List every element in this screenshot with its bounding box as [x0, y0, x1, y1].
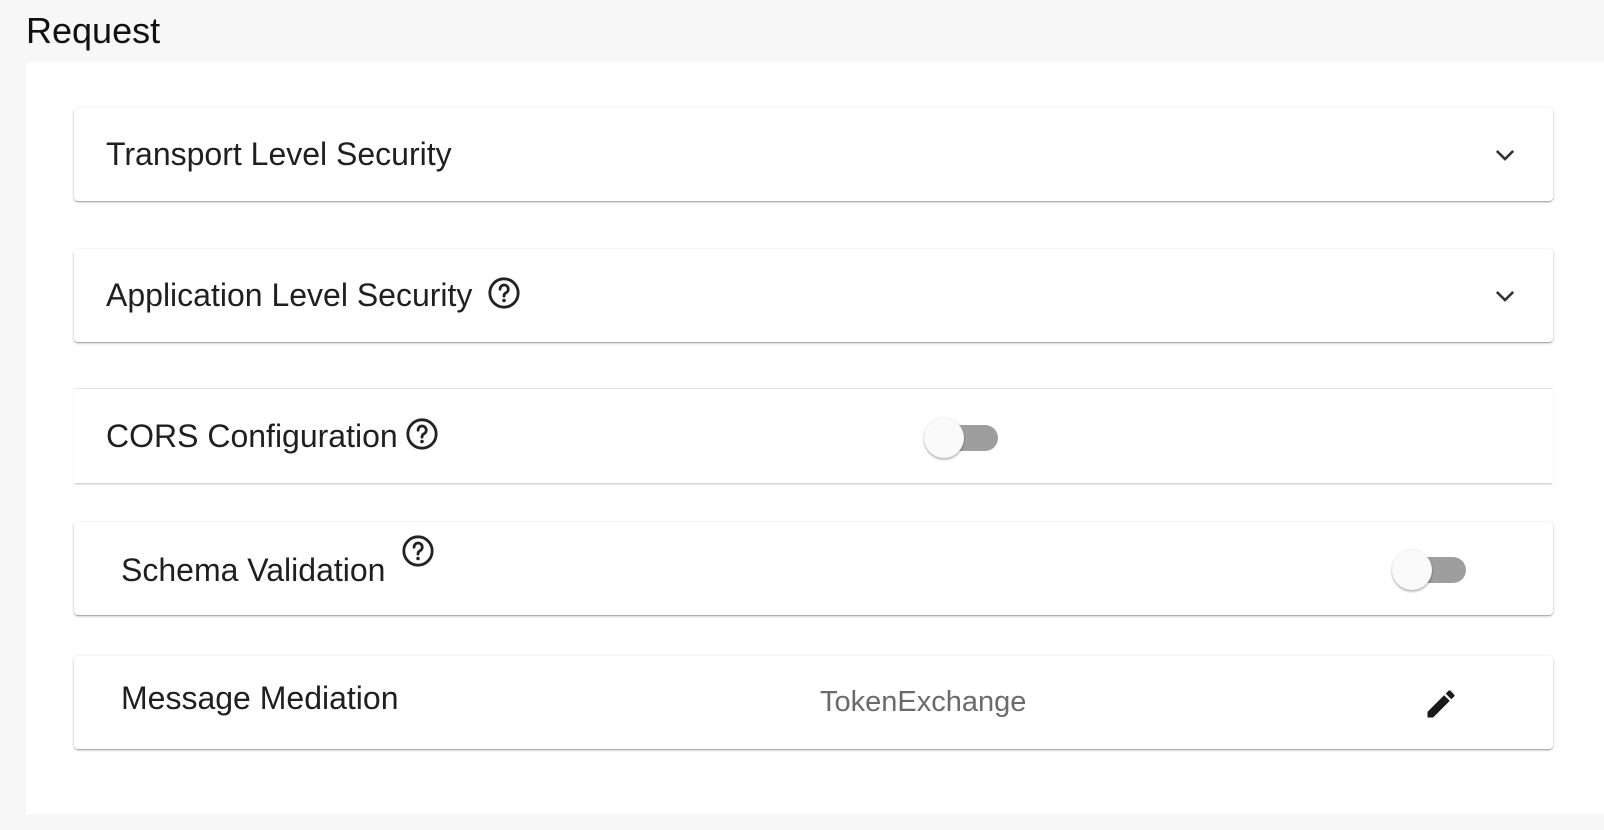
message-mediation-card: Message Mediation TokenExchange — [74, 656, 1553, 749]
help-circle-icon[interactable] — [487, 276, 521, 310]
schema-toggle-thumb — [1392, 550, 1432, 590]
help-circle-icon[interactable] — [401, 534, 435, 568]
transport-security-label: Transport Level Security — [106, 136, 452, 172]
application-security-accordion[interactable]: Application Level Security — [74, 249, 1553, 342]
help-circle-icon[interactable] — [405, 417, 439, 451]
transport-security-accordion[interactable]: Transport Level Security — [74, 108, 1553, 201]
chevron-down-icon[interactable] — [1491, 282, 1519, 310]
schema-validation-toggle[interactable] — [1392, 547, 1468, 590]
cors-toggle[interactable] — [924, 415, 1000, 458]
request-panel: Transport Level Security Application Lev… — [26, 62, 1604, 814]
chevron-down-icon[interactable] — [1491, 141, 1519, 169]
section-title: Request — [26, 10, 161, 51]
cors-configuration-card: CORS Configuration — [74, 388, 1553, 483]
cors-configuration-label: CORS Configuration — [106, 418, 398, 454]
mediation-policy-value: TokenExchange — [820, 686, 1027, 718]
cors-toggle-thumb — [924, 418, 964, 458]
application-security-label: Application Level Security — [106, 277, 473, 313]
schema-validation-label: Schema Validation — [121, 552, 386, 588]
pencil-edit-icon[interactable] — [1423, 686, 1459, 722]
message-mediation-label: Message Mediation — [121, 680, 399, 716]
schema-validation-card: Schema Validation — [74, 522, 1553, 615]
